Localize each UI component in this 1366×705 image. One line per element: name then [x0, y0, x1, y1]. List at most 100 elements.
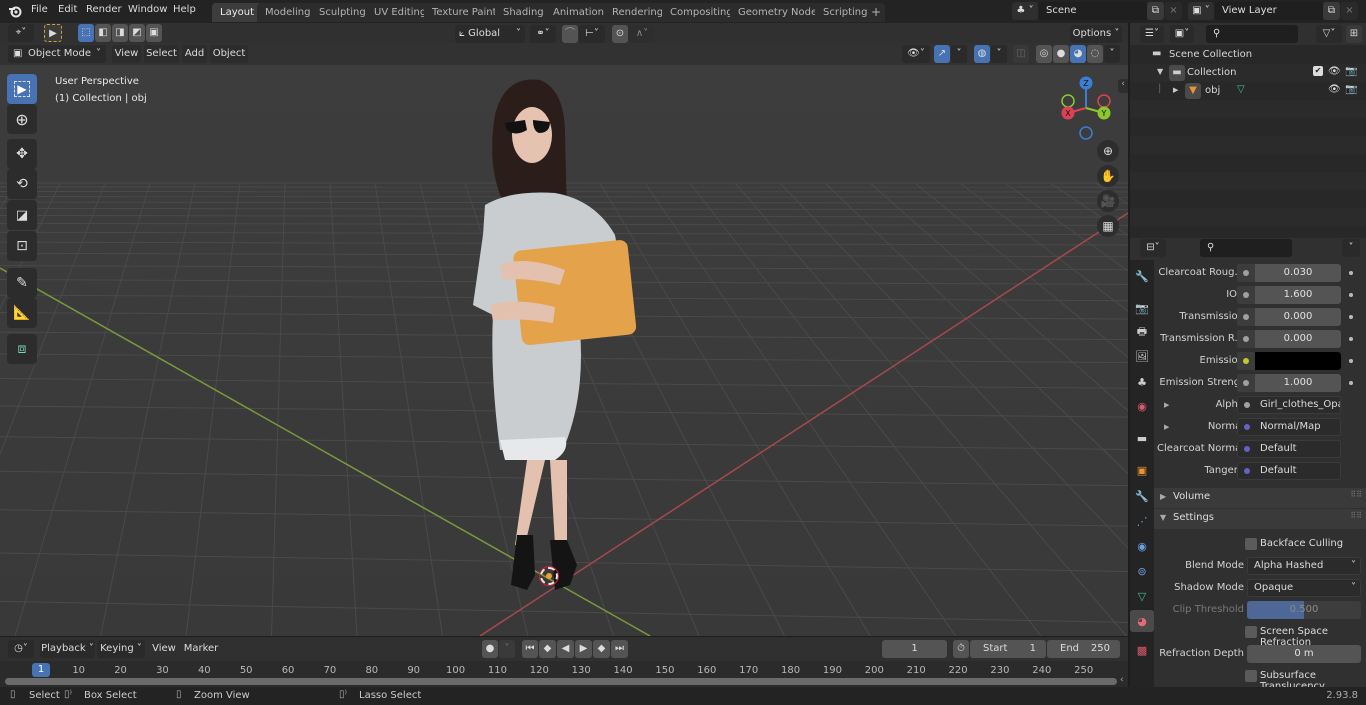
timeline-scrollbar[interactable] [5, 678, 1117, 685]
current-frame-field[interactable]: 1 [882, 640, 947, 658]
menu-render[interactable]: Render [86, 4, 122, 15]
expand-arrow-icon[interactable]: ▼ [1157, 67, 1163, 76]
keyframe-dot-icon[interactable] [1349, 315, 1353, 319]
overlays-toggle-icon[interactable]: ◍ [974, 45, 990, 63]
exclude-checkbox[interactable]: ✔ [1313, 66, 1323, 76]
socket-icon[interactable] [1244, 446, 1250, 452]
subsurface-translucency-checkbox[interactable] [1245, 670, 1257, 682]
gizmo-dropdown[interactable]: ˅ [951, 45, 967, 63]
eye-icon[interactable]: 👁 [1328, 84, 1341, 95]
tool-select-box[interactable]: ▶ [7, 74, 37, 104]
menu-help[interactable]: Help [173, 4, 196, 15]
options-dropdown[interactable]: Options ˅ [1070, 25, 1122, 43]
xray-toggle-icon[interactable]: ◫ [1013, 45, 1029, 63]
blender-logo-icon[interactable] [8, 4, 22, 18]
backface-culling-checkbox[interactable] [1245, 538, 1257, 550]
world-tab-icon[interactable]: ◉ [1132, 396, 1152, 416]
select-mode-invert-icon[interactable]: ◩ [129, 24, 145, 42]
tab-modeling[interactable]: Modeling [257, 3, 319, 22]
playback-dropdown[interactable]: Playback ˅ [40, 640, 95, 658]
keyframe-dot-icon[interactable] [1349, 337, 1353, 341]
scene-name-field[interactable]: Scene [1039, 2, 1147, 20]
view-layer-name-field[interactable]: View Layer [1215, 2, 1323, 20]
keyframe-dot-icon[interactable] [1349, 271, 1353, 275]
select-mode-subtract-icon[interactable]: ◨ [112, 24, 128, 42]
blend-mode-dropdown[interactable]: Alpha Hashed ˅ [1247, 557, 1361, 575]
scene-selector-button[interactable]: ♣ ˅ [1012, 2, 1038, 20]
snap-target-dropdown[interactable]: ⊢˅ [579, 25, 605, 43]
tool-cursor[interactable]: ⊕ [7, 104, 37, 134]
linked-input-field[interactable]: Normal/Map [1237, 418, 1341, 436]
proportional-edit-icon[interactable]: ⊙ [612, 25, 628, 43]
scene-tab-icon[interactable]: ♣ [1132, 372, 1152, 392]
socket-icon[interactable] [1244, 424, 1250, 430]
tool-rotate[interactable]: ⟲ [7, 169, 37, 199]
eye-icon[interactable]: 👁 [1328, 66, 1341, 77]
socket-icon[interactable] [1237, 352, 1255, 370]
collapse-sidebar-icon[interactable]: ‹ [1120, 675, 1124, 685]
editor-type-button[interactable]: ⌖˅ [8, 24, 34, 42]
shading-material-preview-icon[interactable]: ◕ [1070, 45, 1086, 63]
menu-object[interactable]: Object [210, 45, 248, 63]
constraints-tab-icon[interactable]: ⊚ [1132, 561, 1152, 581]
property-value-field[interactable]: 0.000 [1237, 308, 1341, 326]
select-mode-intersect-icon[interactable]: ▣ [146, 24, 162, 42]
gizmo-toggle-icon[interactable]: ↗ [934, 45, 950, 63]
view-layer-tab-icon[interactable]: 🖼 [1132, 346, 1152, 366]
expand-arrow-icon[interactable]: ▶ [1173, 86, 1178, 94]
tab-animation[interactable]: Animation [545, 3, 612, 22]
play-reverse-icon[interactable]: ◀ [557, 640, 574, 658]
tool-select-icon[interactable]: ▶ [44, 24, 62, 42]
object-tab-icon[interactable]: ▣ [1132, 460, 1152, 480]
timeline-menu-marker[interactable]: Marker [183, 640, 219, 658]
tool-transform[interactable]: ⊡ [7, 231, 37, 261]
socket-icon[interactable] [1237, 286, 1255, 304]
keyframe-dot-icon[interactable] [1349, 293, 1353, 297]
view-layer-close-icon[interactable]: × [1341, 2, 1358, 20]
visibility-dropdown[interactable]: 👁˅ [902, 45, 930, 63]
scene-copy-icon[interactable]: ⧉ [1147, 2, 1164, 20]
navigation-gizmo[interactable]: Z X Y [1058, 73, 1118, 141]
menu-select[interactable]: Select [144, 45, 179, 63]
keyframe-dot-icon[interactable] [1349, 381, 1353, 385]
menu-edit[interactable]: Edit [58, 4, 77, 15]
tab-texture-paint[interactable]: Texture Paint [424, 3, 505, 22]
particles-tab-icon[interactable]: ⋰ [1132, 511, 1152, 531]
filter-icon[interactable]: ▽˅ [1316, 25, 1342, 43]
end-frame-field[interactable]: End 250 [1047, 640, 1120, 658]
pivot-point-dropdown[interactable]: ⚭˅ [530, 25, 556, 43]
keyframe-dot-icon[interactable] [1349, 359, 1353, 363]
tool-add-cube[interactable]: ⧈ [7, 334, 37, 364]
socket-icon[interactable] [1237, 330, 1255, 348]
perspective-toggle-icon[interactable]: ▦ [1097, 215, 1119, 237]
property-value-field[interactable]: 1.600 [1237, 286, 1341, 304]
material-tab-icon[interactable]: ◕ [1130, 610, 1154, 632]
emission-color-field[interactable] [1237, 352, 1341, 370]
keying-dropdown[interactable]: Keying ˅ [97, 640, 145, 658]
start-frame-field[interactable]: Start 1 [970, 640, 1046, 658]
3d-viewport[interactable]: ▣ Object Mode ˅ View Select Add Object 👁… [0, 43, 1128, 636]
socket-icon[interactable] [1244, 468, 1250, 474]
playhead[interactable]: 1 [32, 663, 50, 677]
scene-close-icon[interactable]: × [1165, 2, 1182, 20]
overlays-dropdown[interactable]: ˅ [991, 45, 1007, 63]
transform-orientation-dropdown[interactable]: ⟀ Global ˅ [455, 25, 525, 43]
shading-wireframe-icon[interactable]: ◎ [1036, 45, 1052, 63]
drag-handle-icon[interactable]: ⠿⠿ [1350, 511, 1362, 520]
proportional-falloff-icon[interactable]: ∧˅ [629, 25, 655, 43]
tab-compositing[interactable]: Compositing [662, 3, 741, 22]
modifier-tab-icon[interactable]: 🔧 [1132, 486, 1152, 506]
outliner-search-input[interactable]: ⚲ [1206, 25, 1298, 43]
outliner-row-scene-collection[interactable]: ▬ Scene Collection [1130, 46, 1366, 64]
tab-sculpting[interactable]: Sculpting [311, 3, 374, 22]
tool-measure[interactable]: 📐 [7, 298, 37, 328]
menu-add[interactable]: Add [182, 45, 207, 63]
socket-icon[interactable] [1244, 402, 1250, 408]
render-camera-icon[interactable]: 📷 [1345, 84, 1357, 95]
use-preview-range-icon[interactable]: ⏱ [953, 640, 969, 658]
shadow-mode-dropdown[interactable]: Opaque ˅ [1247, 579, 1361, 597]
prev-keyframe-icon[interactable]: ◆ [539, 640, 556, 658]
property-value-field[interactable]: 0.030 [1237, 264, 1341, 282]
tab-shading[interactable]: Shading [495, 3, 552, 22]
menu-view[interactable]: View [112, 45, 141, 63]
